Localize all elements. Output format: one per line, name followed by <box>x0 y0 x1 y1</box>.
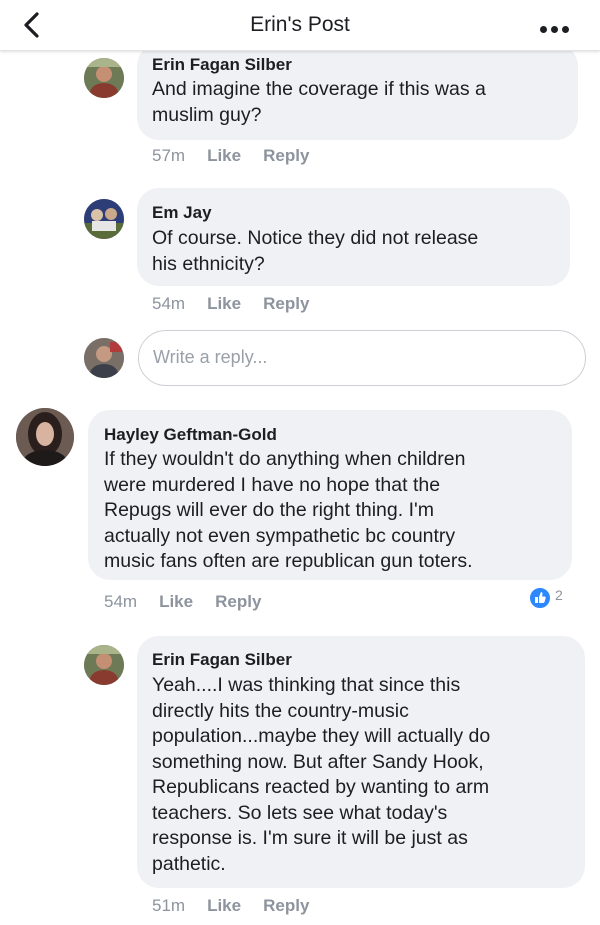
like-button[interactable]: Like <box>207 294 241 314</box>
reply-button[interactable]: Reply <box>215 592 261 612</box>
more-options-button[interactable] <box>540 20 578 33</box>
page-title: Erin's Post <box>250 13 350 36</box>
comment-text: And imagine the coverage if this was a m… <box>152 78 486 126</box>
comment-author[interactable]: Erin Fagan Silber <box>152 55 292 75</box>
comment-actions: 54m Like Reply <box>104 592 261 612</box>
avatar[interactable] <box>84 199 124 239</box>
comment-text: If they wouldn't do anything when childr… <box>104 448 473 572</box>
more-dots-icon <box>540 26 547 33</box>
comment-text: Yeah....I was thinking that since this d… <box>152 674 491 875</box>
comment-author[interactable]: Hayley Geftman-Gold <box>104 425 277 445</box>
reply-input-placeholder: Write a reply... <box>153 347 268 367</box>
top-bar: Erin's Post <box>0 0 600 51</box>
comment-timestamp: 54m <box>104 592 138 611</box>
avatar[interactable] <box>84 645 124 685</box>
reply-input[interactable]: Write a reply... <box>138 330 586 386</box>
comment-author[interactable]: Erin Fagan Silber <box>152 650 292 670</box>
avatar[interactable] <box>16 408 74 466</box>
comment-timestamp: 51m <box>152 896 186 915</box>
current-user-avatar <box>84 338 124 378</box>
comment-actions: 57m Like Reply <box>152 146 309 166</box>
reply-button[interactable]: Reply <box>263 896 309 916</box>
reply-button[interactable]: Reply <box>263 146 309 166</box>
like-button[interactable]: Like <box>207 146 241 166</box>
comment-timestamp: 54m <box>152 294 186 313</box>
post-comments-screen: Erin's Post Erin Fagan Silber And imagin… <box>0 0 600 925</box>
like-button[interactable]: Like <box>207 896 241 916</box>
like-thumb-icon <box>528 586 552 610</box>
comment-timestamp: 57m <box>152 146 186 165</box>
comment-text: Of course. Notice they did not release h… <box>152 227 479 275</box>
comment-actions: 54m Like Reply <box>152 294 309 314</box>
comment-actions: 51m Like Reply <box>152 896 309 916</box>
like-button[interactable]: Like <box>159 592 193 612</box>
reply-button[interactable]: Reply <box>263 294 309 314</box>
comment-author[interactable]: Em Jay <box>152 203 212 223</box>
avatar[interactable] <box>84 58 124 98</box>
reaction-count: 2 <box>555 587 563 603</box>
